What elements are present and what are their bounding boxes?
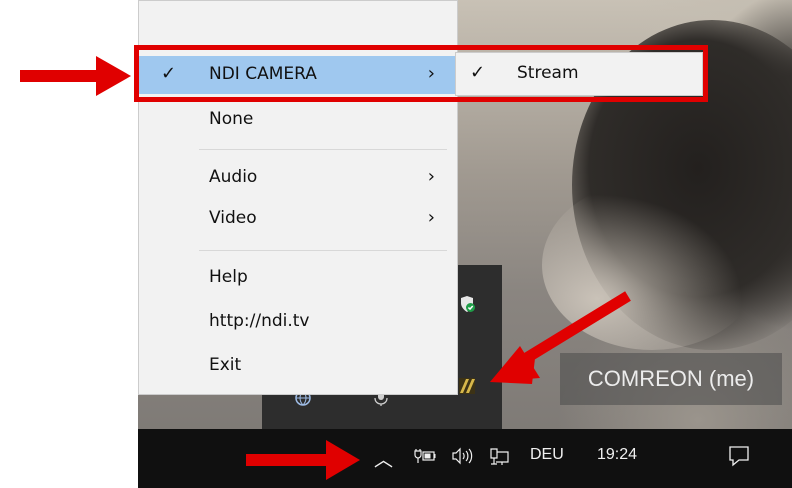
taskbar: ︿ DEU 19:24 bbox=[138, 429, 792, 488]
shield-check-icon[interactable] bbox=[458, 295, 476, 313]
menu-separator bbox=[199, 149, 447, 150]
arrow-to-menu bbox=[20, 56, 131, 96]
menu-item-label: NDI CAMERA bbox=[209, 64, 317, 84]
menu-item-none[interactable]: None bbox=[139, 101, 457, 139]
menu-item-label: Help bbox=[209, 267, 248, 287]
context-menu: ✓ NDI CAMERA › None Audio › Video › Help… bbox=[138, 0, 458, 395]
menu-item-ndi-link[interactable]: http://ndi.tv bbox=[139, 303, 457, 341]
submenu-item-label: Stream bbox=[517, 63, 579, 83]
chevron-right-icon: › bbox=[427, 166, 435, 187]
participant-name-label: COMREON (me) bbox=[560, 353, 782, 405]
clock[interactable]: 19:24 bbox=[597, 446, 637, 464]
chevron-right-icon: › bbox=[427, 63, 435, 84]
menu-item-video[interactable]: Video › bbox=[139, 200, 457, 238]
menu-item-label: Exit bbox=[209, 355, 242, 375]
video-highlight bbox=[542, 180, 762, 350]
participant-name: COMREON (me) bbox=[587, 366, 755, 391]
menu-item-audio[interactable]: Audio › bbox=[139, 159, 457, 197]
check-icon: ✓ bbox=[470, 62, 486, 83]
ndi-camera-submenu: ✓ Stream bbox=[455, 52, 703, 96]
speaker-icon[interactable] bbox=[451, 447, 473, 465]
menu-item-label: Audio bbox=[209, 167, 258, 187]
menu-item-help[interactable]: Help bbox=[139, 259, 457, 297]
menu-item-label: None bbox=[209, 109, 254, 129]
menu-item-label: Video bbox=[209, 208, 257, 228]
network-icon[interactable] bbox=[488, 448, 510, 466]
chevron-right-icon: › bbox=[427, 207, 435, 228]
menu-item-label: http://ndi.tv bbox=[209, 311, 310, 331]
menu-item-exit[interactable]: Exit bbox=[139, 347, 457, 385]
battery-plug-icon[interactable] bbox=[414, 448, 436, 464]
ndi-icon[interactable] bbox=[458, 377, 476, 395]
notification-icon[interactable] bbox=[728, 445, 750, 467]
check-icon: ✓ bbox=[161, 63, 177, 84]
chevron-up-icon[interactable]: ︿ bbox=[374, 445, 393, 472]
submenu-item-stream[interactable]: ✓ Stream bbox=[456, 55, 702, 93]
menu-separator bbox=[199, 250, 447, 251]
input-language-indicator[interactable]: DEU bbox=[530, 446, 564, 464]
menu-item-ndi-camera[interactable]: ✓ NDI CAMERA › bbox=[139, 56, 457, 94]
